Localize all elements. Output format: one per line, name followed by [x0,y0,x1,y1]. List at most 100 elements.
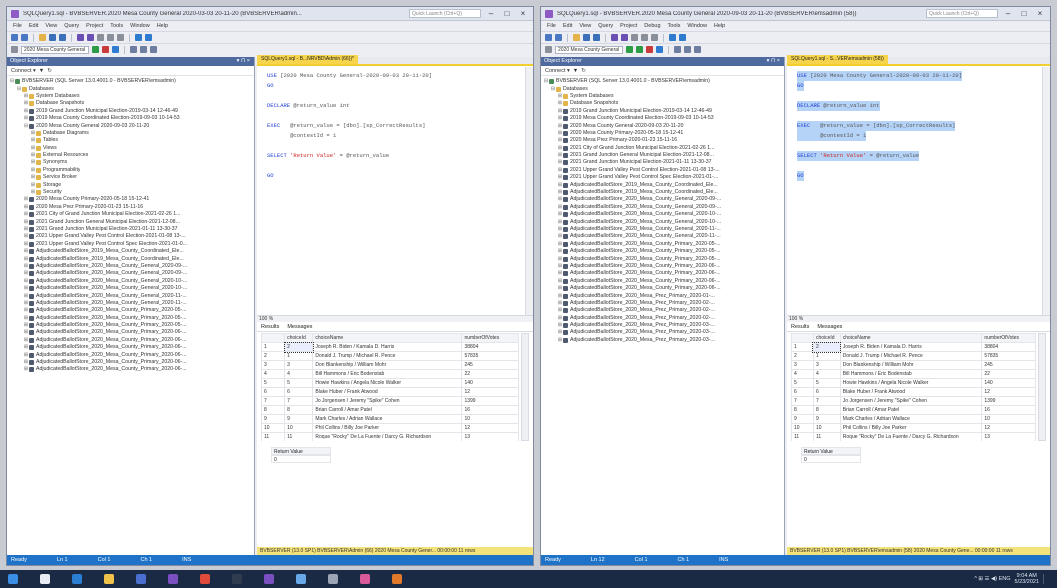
edge-icon[interactable] [72,574,82,584]
results-to-text-icon[interactable] [684,46,691,53]
grid-cell[interactable]: 5 [284,378,314,388]
ssms-window-left[interactable]: SQLQuery1.sql - BVBSERVER.2020 Mesa Coun… [6,6,534,566]
parse-icon[interactable] [112,46,119,53]
tree-node[interactable]: ⊞ AdjudicatedBallotStore_2020_Mesa_County… [541,226,784,233]
tree-node[interactable]: ⊞ AdjudicatedBallotStore_2020_Mesa_County… [541,285,784,292]
row-number[interactable]: 1 [261,342,286,352]
table-row[interactable]: 5 5 Howie Hawkins / Angela Nicole Walker 14… [261,378,519,388]
grid-cell[interactable]: Blake Huber / Frank Atwood [839,387,983,397]
code-line[interactable] [267,111,525,121]
grid-cell[interactable]: 1399 [461,396,519,406]
editor-scrollbar[interactable] [525,67,533,315]
title-bar[interactable]: SQLQuery1.sql - BVBSERVER.2020 Mesa Coun… [7,7,533,21]
grid-cell[interactable]: Blake Huber / Frank Atwood [312,387,463,397]
results-to-grid-icon[interactable] [130,46,137,53]
grid-cell[interactable]: 2 [283,341,314,353]
row-number[interactable]: 2 [791,351,814,361]
grid-cell[interactable]: 10 [461,414,519,424]
grid-cell[interactable]: 5 [812,378,841,388]
tree-node[interactable]: ⊞ Security [7,189,254,196]
tree-node[interactable]: ⊟ BVBSERVER (SQL Server 13.0.4001.0 - BVB… [541,78,784,85]
quick-launch-input[interactable]: Quick Launch (Ctrl+Q) [409,9,481,18]
zoom-level[interactable]: 100 % [787,315,1050,322]
grid-cell[interactable]: 22 [981,369,1036,379]
results-tab[interactable]: Results [791,323,809,331]
tree-node[interactable]: ⊟ Databases [541,85,784,92]
save-icon[interactable] [49,34,56,41]
row-number[interactable]: 6 [261,387,286,397]
tree-node[interactable]: ⊞ AdjudicatedBallotStore_2020_Mesa_County… [541,218,784,225]
grid-cell[interactable]: Brian Carroll / Amar Patel [839,405,983,415]
results-tab[interactable]: Results [261,323,279,331]
grid-cell[interactable]: Roque "Rocky" De La Fuente / Darcy G. Ri… [839,432,983,441]
grid-cell[interactable]: Bill Hammons / Eric Bodenstab [839,369,983,379]
grid-cell[interactable]: Jo Jorgensen / Jeremy "Spike" Cohen [312,396,463,406]
grid-cell[interactable]: 7 [812,396,841,406]
tree-node[interactable]: ⊞ System Databases [7,93,254,100]
grid-cell[interactable]: Bill Hammons / Eric Bodenstab [312,369,463,379]
table-row[interactable]: 7 7 Jo Jorgensen / Jeremy "Spike" Cohen 139… [791,396,1036,406]
undo-icon[interactable] [669,34,676,41]
grid-cell[interactable]: Brian Carroll / Amar Patel [312,405,463,415]
tree-node[interactable]: ⊞ 2020 Mesa Prez Primary-2020-01-23 15-11… [541,137,784,144]
results-scrollbar[interactable] [521,333,529,441]
grid-cell[interactable]: 13 [461,432,519,441]
table-row[interactable]: 8 8 Brian Carroll / Amar Patel 16 [791,405,1036,415]
close-button[interactable]: × [1034,8,1046,20]
query-editor-area[interactable]: SQLQuery1.sql - S...VER\emsadmin (58)) U… [787,55,1050,555]
code-line[interactable] [797,161,1042,171]
grid-cell[interactable]: 6 [284,387,314,397]
menu-help[interactable]: Help [714,23,725,29]
grid-cell[interactable]: 1 [284,351,314,361]
maximize-button[interactable]: □ [1018,8,1030,20]
comment-icon[interactable] [150,46,157,53]
grid-cell[interactable]: Howie Hawkins / Angela Nicole Walker [312,378,463,388]
grid-cell[interactable]: Howie Hawkins / Angela Nicole Walker [839,378,983,388]
query-document-tab[interactable]: SQLQuery1.sql - S...VER\emsadmin (58)) [787,55,888,64]
tree-node[interactable]: ⊞ AdjudicatedBallotStore_2019_Mesa_County… [7,248,254,255]
column-header[interactable] [791,333,814,343]
menu-window[interactable]: Window [687,23,707,29]
row-number[interactable]: 4 [261,369,286,379]
tree-node[interactable]: ⊞ AdjudicatedBallotStore_2020_Mesa_County… [7,263,254,270]
available-databases-dropdown[interactable]: 2020 Mesa County General [21,45,89,54]
return-value-grid[interactable]: Return Value 0 [271,447,331,463]
save-icon[interactable] [583,34,590,41]
table-row[interactable]: 2 1 Donald J. Trump / Michael R. Pence 5783… [261,351,519,361]
grid-cell[interactable]: Don Blankenship / William Mohr [312,360,463,370]
zoom-level[interactable]: 100 % [257,315,533,322]
open-file-icon[interactable] [39,34,46,41]
code-line[interactable]: SELECT 'Return Value' = @return_value [267,151,525,161]
table-row[interactable]: 3 3 Don Blankenship / William Mohr 245 [261,360,519,370]
grid-cell[interactable]: Jo Jorgensen / Jeremy "Spike" Cohen [839,396,983,406]
cut-icon[interactable] [97,34,104,41]
redo-icon[interactable] [679,34,686,41]
row-number[interactable]: 7 [791,396,814,406]
grid-cell[interactable]: 8 [812,405,841,415]
grid-cell[interactable]: 38804 [981,342,1036,352]
grid-cell[interactable]: Roque "Rocky" De La Fuente / Darcy G. Ri… [312,432,463,441]
settings-icon[interactable] [328,574,338,584]
grid-cell[interactable]: 1 [812,351,841,361]
change-connection-icon[interactable] [545,46,552,53]
return-value-cell[interactable]: 0 [271,455,331,463]
row-number[interactable]: 11 [791,432,814,441]
show-desktop-button[interactable] [1043,574,1049,584]
code-line[interactable]: @contestId = 1 [797,131,1042,141]
menu-view[interactable]: View [45,23,57,29]
ssms-2-icon[interactable] [264,574,274,584]
code-line[interactable]: GO [267,81,525,91]
row-number[interactable]: 3 [261,360,286,370]
column-header[interactable] [261,333,286,343]
tree-node[interactable]: ⊞ AdjudicatedBallotStore_2020_Mesa_County… [541,211,784,218]
table-row[interactable]: 7 7 Jo Jorgensen / Jeremy "Spike" Cohen 139… [261,396,519,406]
new-query-icon[interactable] [77,34,84,41]
filter-icon[interactable]: ▼ [573,68,578,74]
debug-icon[interactable] [636,46,643,53]
code-line[interactable] [267,141,525,151]
grid-cell[interactable]: 57835 [461,351,519,361]
grid-cell[interactable]: Donald J. Trump / Michael R. Pence [839,351,983,361]
tree-node[interactable]: ⊞ AdjudicatedBallotStore_2019_Mesa_County… [541,181,784,188]
tree-node[interactable]: ⊞ 2021 Grand Junction General Municipal E… [541,152,784,159]
results-grid[interactable]: choiceId choiceName numberOfVotes 1 2 Joseph … [261,333,519,441]
